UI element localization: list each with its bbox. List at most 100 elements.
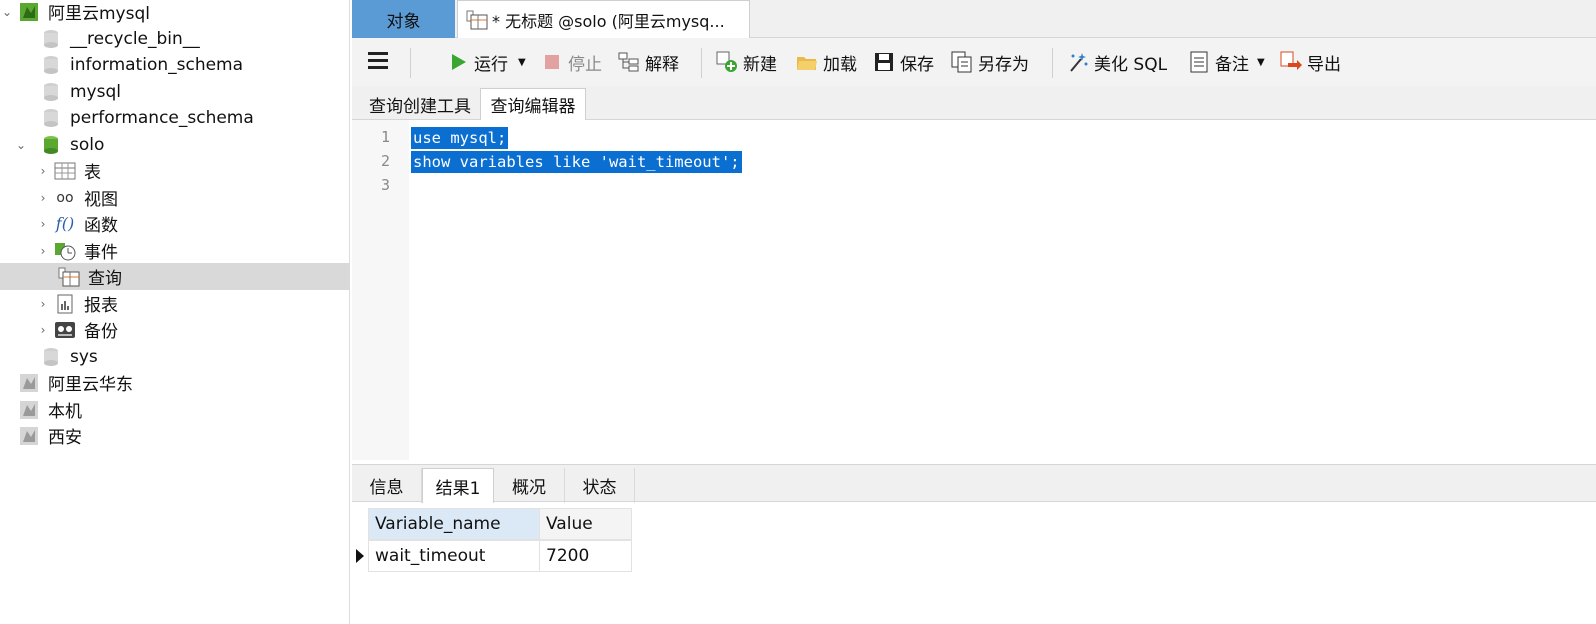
column-header-value[interactable]: Value bbox=[539, 508, 632, 540]
chevron-right-icon[interactable]: › bbox=[36, 164, 50, 178]
line-number: 1 bbox=[380, 128, 390, 146]
connection-label: 阿里云华东 bbox=[48, 375, 133, 395]
table-cell[interactable]: 7200 bbox=[539, 540, 632, 572]
tab-query-editor[interactable]: 查询编辑器 bbox=[480, 88, 586, 120]
db-label: __recycle_bin__ bbox=[70, 28, 200, 49]
database-icon bbox=[40, 347, 62, 367]
chevron-right-icon[interactable]: › bbox=[36, 217, 50, 231]
beautify-sql-button[interactable]: 美化 SQL bbox=[1066, 48, 1167, 76]
tree-node-functions[interactable]: › f() 函数 bbox=[0, 210, 350, 237]
database-active-icon bbox=[40, 135, 62, 155]
query-toolbar: 运行 ▼ 停止 解释 新建 加载 保存 另存为 美化 SQL 备注 ▼ 导出 bbox=[352, 38, 1596, 86]
node-label: 表 bbox=[84, 163, 101, 183]
result-tabs: 信息 结果1 概况 状态 bbox=[352, 464, 1596, 503]
tree-node-reports[interactable]: › 报表 bbox=[0, 290, 350, 317]
tree-db-recycle-bin[interactable]: __recycle_bin__ bbox=[0, 25, 350, 52]
explain-tree-icon bbox=[617, 50, 641, 74]
explain-label: 解释 bbox=[645, 54, 679, 75]
backup-icon bbox=[54, 320, 76, 340]
function-icon: f() bbox=[55, 214, 75, 233]
chevron-down-icon[interactable]: ⌄ bbox=[14, 138, 28, 152]
save-as-copy-icon bbox=[950, 50, 974, 74]
database-icon bbox=[40, 82, 62, 102]
query-icon bbox=[58, 267, 80, 287]
chevron-right-icon[interactable]: › bbox=[36, 323, 50, 337]
column-header-variable-name[interactable]: Variable_name bbox=[368, 508, 540, 540]
toolbar-separator bbox=[1052, 48, 1053, 78]
line-number-gutter: 1 2 3 bbox=[352, 120, 409, 460]
save-label: 保存 bbox=[900, 54, 934, 75]
explain-button[interactable]: 解释 bbox=[617, 48, 679, 76]
query-mode-tabs: 查询创建工具 查询编辑器 bbox=[352, 86, 1596, 120]
connection-label: 西安 bbox=[48, 428, 82, 448]
tab-query-builder[interactable]: 查询创建工具 bbox=[360, 88, 480, 120]
caret-down-icon[interactable]: ▼ bbox=[1257, 57, 1265, 68]
new-label: 新建 bbox=[743, 54, 777, 75]
code-line-selected[interactable]: use mysql; bbox=[411, 127, 509, 149]
chevron-right-icon[interactable]: › bbox=[36, 244, 50, 258]
tab-objects[interactable]: 对象 bbox=[352, 0, 455, 38]
tree-node-events[interactable]: › 事件 bbox=[0, 237, 350, 264]
comment-button[interactable]: 备注 ▼ bbox=[1187, 48, 1265, 76]
node-label: 备份 bbox=[84, 322, 118, 342]
tree-connection-aliyun-east[interactable]: 阿里云华东 bbox=[0, 369, 350, 396]
folder-open-icon bbox=[795, 50, 819, 74]
tree-db-solo[interactable]: ⌄ solo bbox=[0, 131, 350, 158]
db-label: mysql bbox=[70, 81, 121, 102]
run-label: 运行 bbox=[474, 54, 508, 75]
stop-button[interactable]: 停止 bbox=[540, 48, 602, 76]
result-grid[interactable]: Variable_name Value wait_timeout 7200 bbox=[352, 506, 1596, 624]
db-label: solo bbox=[70, 134, 105, 155]
load-label: 加载 bbox=[823, 54, 857, 75]
tree-node-tables[interactable]: › 表 bbox=[0, 157, 350, 184]
tree-db-information-schema[interactable]: information_schema bbox=[0, 51, 350, 78]
tab-query-label: * 无标题 @solo (阿里云mysq... bbox=[492, 11, 725, 31]
query-icon bbox=[466, 10, 488, 30]
tree-node-views[interactable]: › oo 视图 bbox=[0, 184, 350, 211]
comment-label: 备注 bbox=[1215, 54, 1249, 75]
tab-result-1[interactable]: 结果1 bbox=[422, 468, 494, 503]
tree-connection-aliyun-mysql[interactable]: ⌄ 阿里云mysql bbox=[0, 0, 350, 25]
code-line-selected[interactable]: show variables like 'wait_timeout'; bbox=[411, 151, 742, 173]
connection-label: 阿里云mysql bbox=[48, 4, 150, 24]
tree-connection-local[interactable]: 本机 bbox=[0, 396, 350, 423]
tab-profile[interactable]: 概况 bbox=[494, 468, 565, 503]
database-icon bbox=[40, 55, 62, 75]
tree-db-performance-schema[interactable]: performance_schema bbox=[0, 104, 350, 131]
menu-button[interactable] bbox=[366, 48, 390, 76]
tab-query-untitled[interactable]: * 无标题 @solo (阿里云mysq... bbox=[457, 0, 750, 38]
tree-node-queries[interactable]: 查询 bbox=[0, 263, 350, 290]
save-button[interactable]: 保存 bbox=[872, 48, 934, 76]
db-label: performance_schema bbox=[70, 107, 254, 128]
connection-disconnected-icon bbox=[18, 400, 40, 420]
new-query-icon bbox=[715, 50, 739, 74]
view-glasses-icon: oo bbox=[56, 189, 74, 206]
tree-db-mysql[interactable]: mysql bbox=[0, 78, 350, 105]
load-button[interactable]: 加载 bbox=[795, 48, 857, 76]
tab-status[interactable]: 状态 bbox=[565, 468, 635, 503]
tree-db-sys[interactable]: sys bbox=[0, 343, 350, 370]
connection-disconnected-icon bbox=[18, 426, 40, 446]
new-query-button[interactable]: 新建 bbox=[715, 48, 777, 76]
caret-down-icon[interactable]: ▼ bbox=[518, 57, 526, 68]
toolbar-separator bbox=[410, 48, 411, 78]
sql-editor[interactable]: 1 2 3 use mysql; show variables like 'wa… bbox=[352, 120, 1596, 460]
object-tree[interactable]: ⌄ 阿里云mysql __recycle_bin__ information_s… bbox=[0, 0, 350, 624]
tree-node-backups[interactable]: › 备份 bbox=[0, 316, 350, 343]
tab-info[interactable]: 信息 bbox=[352, 468, 422, 503]
export-icon bbox=[1279, 50, 1303, 74]
db-label: information_schema bbox=[70, 54, 244, 75]
run-button[interactable]: 运行 ▼ bbox=[446, 48, 526, 76]
report-icon bbox=[54, 294, 76, 314]
export-button[interactable]: 导出 bbox=[1279, 48, 1341, 76]
document-tabs: 对象 * 无标题 @solo (阿里云mysq... bbox=[352, 0, 1596, 38]
chevron-down-icon[interactable]: ⌄ bbox=[0, 5, 14, 19]
tree-connection-xian[interactable]: 西安 bbox=[0, 422, 350, 449]
chevron-right-icon[interactable]: › bbox=[36, 297, 50, 311]
event-clock-icon bbox=[54, 241, 76, 261]
current-row-indicator-icon bbox=[352, 540, 368, 572]
db-label: sys bbox=[70, 346, 98, 367]
save-as-button[interactable]: 另存为 bbox=[950, 48, 1029, 76]
table-cell[interactable]: wait_timeout bbox=[368, 540, 540, 572]
chevron-right-icon[interactable]: › bbox=[36, 191, 50, 205]
